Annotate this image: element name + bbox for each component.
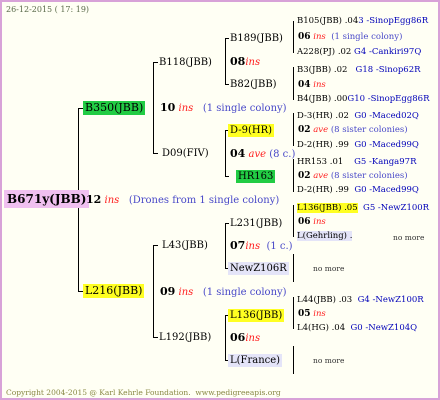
right-gen-3: 02 ave (8 sister colonies): [298, 125, 408, 135]
father-generation: 10 ins (1 single colony): [160, 101, 287, 114]
node-l43[interactable]: L43(JBB): [160, 239, 210, 252]
right-entry-4[interactable]: B4(JBB) .00G10 -SinopEgg86R: [297, 93, 429, 106]
right-gen-6: 05 ins: [298, 309, 326, 319]
report-date: 26-12-2015 ( 17: 19): [6, 5, 90, 14]
right-entry-10[interactable]: L(Gehrling) .: [297, 230, 353, 243]
right-gen-2: 04 ins: [298, 80, 326, 90]
right-gen-4: 02 ave (8 sister colonies): [298, 171, 408, 181]
right-entry-1[interactable]: B105(JBB) .043 -SinopEgg86R: [297, 15, 428, 28]
no-more-label-2: no more: [313, 264, 345, 273]
right-entry-5[interactable]: D-3(HR) .02 G0 -Maced02Q: [297, 110, 419, 123]
node-b118[interactable]: B118(JBB): [157, 56, 214, 69]
right-gen-1: 06 ins (1 single colony): [298, 32, 403, 42]
root-generation: 12 ins (Drones from 1 single colony): [86, 193, 280, 206]
node-newz106r[interactable]: NewZ106R: [228, 262, 289, 275]
no-more-label-3: no more: [313, 356, 345, 365]
mother-connector: [153, 245, 154, 338]
l43-generation: 07ins (1 c.): [230, 239, 293, 252]
node-b189[interactable]: B189(JBB): [228, 32, 285, 45]
d09-generation: 04 ave (8 c.): [230, 147, 296, 160]
node-l136[interactable]: L136(JBB): [228, 309, 285, 322]
node-lfrance[interactable]: L(France): [228, 354, 283, 367]
right-entry-6[interactable]: D-2(HR) .99 G0 -Maced99Q: [297, 139, 419, 152]
node-b82[interactable]: B82(JBB): [228, 78, 279, 91]
node-d9[interactable]: D-9(HR): [228, 124, 274, 137]
right-entry-11[interactable]: L44(JBB) .03 G4 -NewZ100R: [297, 294, 424, 307]
root-queen[interactable]: B671y(JBB): [4, 190, 90, 208]
right-entry-7[interactable]: HR153 .01 G5 -Kanga97R: [297, 156, 416, 169]
right-entry-8[interactable]: D-2(HR) .99 G0 -Maced99Q: [297, 184, 419, 197]
l192-generation: 06ins: [230, 331, 261, 344]
node-hr163[interactable]: HR163: [236, 170, 276, 183]
right-entry-3[interactable]: B3(JBB) .02 G18 -Sinop62R: [297, 64, 421, 77]
father-queen[interactable]: B350(JBB): [83, 101, 146, 115]
right-entry-12[interactable]: L4(HG) .04 G0 -NewZ104Q: [297, 322, 417, 335]
right-entry-9[interactable]: L136(JBB) .05 G5 -NewZ100R: [297, 202, 429, 215]
node-l192[interactable]: L192(JBB): [157, 331, 213, 344]
node-l231[interactable]: L231(JBB): [228, 217, 284, 230]
mother-queen[interactable]: L216(JBB): [83, 284, 145, 298]
b189-generation: 08ins: [230, 55, 261, 68]
no-more-label-1: no more: [393, 233, 425, 242]
right-entry-2[interactable]: A228(PJ) .02 G4 -Cankiri97Q: [297, 46, 421, 59]
right-gen-5: 06 ins: [298, 217, 326, 227]
mother-generation: 09 ins (1 single colony): [160, 285, 287, 298]
father-connector: [153, 62, 154, 154]
copyright-text: Copyright 2004-2015 @ Karl Kehrle Founda…: [6, 388, 281, 397]
node-d09[interactable]: D09(FIV): [160, 147, 211, 160]
